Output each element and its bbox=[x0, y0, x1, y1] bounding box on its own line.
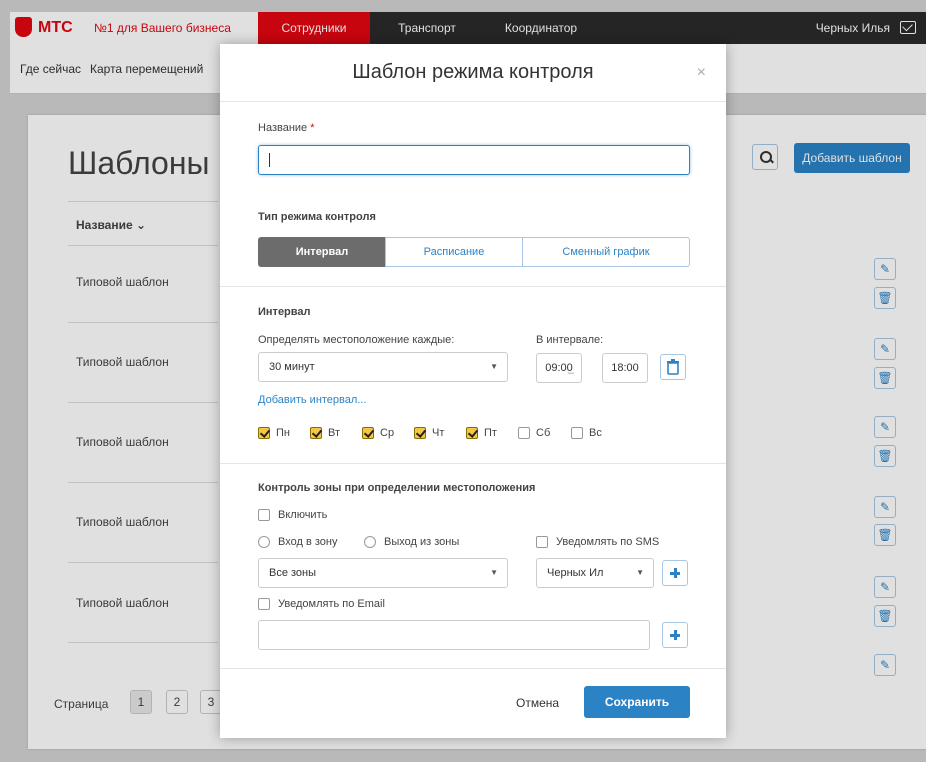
close-icon[interactable]: × bbox=[697, 64, 706, 82]
add-email-plus-icon[interactable] bbox=[662, 622, 688, 648]
zones-select[interactable]: Все зоны ▼ bbox=[258, 558, 508, 588]
zones-value: Все зоны bbox=[269, 567, 317, 579]
cancel-button[interactable]: Отмена bbox=[516, 696, 559, 710]
notify-email-label: Уведомлять по Email bbox=[278, 598, 385, 610]
enter-zone-radio[interactable] bbox=[258, 536, 270, 548]
enable-zone-checkbox[interactable] bbox=[258, 509, 270, 521]
day-checkbox-fri[interactable] bbox=[466, 427, 478, 439]
range-label: В интервале: bbox=[536, 334, 604, 346]
mode-tab-interval[interactable]: Интервал bbox=[258, 237, 386, 267]
add-recipient-plus-icon[interactable] bbox=[662, 560, 688, 586]
sms-recipient-value: Черных Ил bbox=[547, 567, 604, 579]
name-input[interactable] bbox=[258, 145, 690, 175]
mode-tab-schedule[interactable]: Расписание bbox=[385, 237, 523, 267]
modal-header: Шаблон режима контроля × bbox=[220, 44, 726, 102]
email-input[interactable] bbox=[258, 620, 650, 650]
modal-footer-divider bbox=[220, 668, 726, 669]
interval-section-title: Интервал bbox=[258, 306, 311, 318]
chevron-down-icon: ▼ bbox=[490, 568, 498, 577]
enable-zone-label: Включить bbox=[278, 509, 328, 521]
required-mark: * bbox=[310, 122, 315, 134]
day-checkbox-sun[interactable] bbox=[571, 427, 583, 439]
notify-sms-label: Уведомлять по SMS bbox=[556, 536, 660, 548]
notify-email-checkbox[interactable] bbox=[258, 598, 270, 610]
time-from-input[interactable]: 09:00 bbox=[536, 353, 582, 383]
name-label: Название * bbox=[258, 122, 315, 134]
chevron-down-icon: ▼ bbox=[636, 568, 644, 577]
chevron-down-icon: ▼ bbox=[490, 362, 498, 371]
time-separator: – bbox=[568, 367, 575, 379]
notify-sms-checkbox[interactable] bbox=[536, 536, 548, 548]
exit-zone-radio[interactable] bbox=[364, 536, 376, 548]
trash-icon[interactable] bbox=[660, 354, 686, 380]
mode-tab-shift[interactable]: Сменный график bbox=[522, 237, 690, 267]
save-button[interactable]: Сохранить bbox=[584, 686, 690, 718]
interval-period-value: 30 минут bbox=[269, 361, 315, 373]
divider bbox=[220, 286, 726, 287]
day-label: Ср bbox=[380, 427, 395, 439]
name-label-text: Название bbox=[258, 122, 308, 134]
day-checkbox-sat[interactable] bbox=[518, 427, 530, 439]
day-label: Вс bbox=[589, 427, 602, 439]
divider bbox=[220, 463, 726, 464]
exit-zone-label: Выход из зоны bbox=[384, 536, 460, 548]
template-modal: Шаблон режима контроля × Название * Тип … bbox=[220, 44, 726, 738]
day-label: Пт bbox=[484, 427, 497, 439]
mode-type-label: Тип режима контроля bbox=[258, 211, 376, 223]
add-interval-link[interactable]: Добавить интервал... bbox=[258, 394, 366, 406]
day-checkbox-wed[interactable] bbox=[362, 427, 374, 439]
zone-section-title: Контроль зоны при определении местополож… bbox=[258, 482, 536, 494]
day-label: Сб bbox=[536, 427, 551, 439]
day-checkbox-tue[interactable] bbox=[310, 427, 322, 439]
day-label: Чт bbox=[432, 427, 445, 439]
every-label: Определять местоположение каждые: bbox=[258, 334, 455, 346]
modal-title: Шаблон режима контроля bbox=[352, 61, 594, 83]
day-label: Пн bbox=[276, 427, 290, 439]
day-checkbox-mon[interactable] bbox=[258, 427, 270, 439]
time-to-input[interactable]: 18:00 bbox=[602, 353, 648, 383]
text-caret bbox=[269, 153, 270, 167]
enter-zone-label: Вход в зону bbox=[278, 536, 338, 548]
sms-recipient-select[interactable]: Черных Ил ▼ bbox=[536, 558, 654, 588]
interval-period-select[interactable]: 30 минут ▼ bbox=[258, 352, 508, 382]
day-checkbox-thu[interactable] bbox=[414, 427, 426, 439]
day-label: Вт bbox=[328, 427, 341, 439]
